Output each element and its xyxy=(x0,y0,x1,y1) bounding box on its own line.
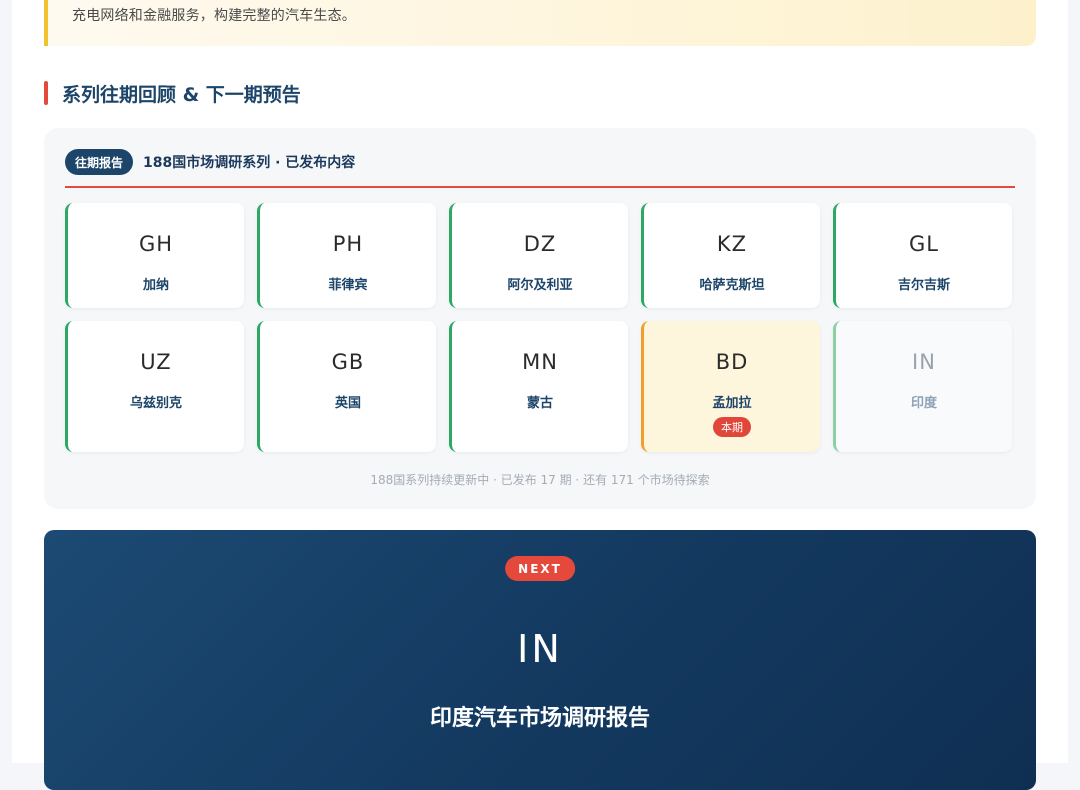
archive-title: 188国市场调研系列 · 已发布内容 xyxy=(143,155,356,171)
country-name: 加纳 xyxy=(142,278,169,293)
section-title: 系列往期回顾 & 下一期预告 xyxy=(62,83,301,106)
country-code: UZ xyxy=(140,350,172,374)
country-card-ph[interactable]: PH 菲律宾 xyxy=(257,203,436,308)
archive-panel: 往期报告 188国市场调研系列 · 已发布内容 GH 加纳 PH 菲律宾 DZ … xyxy=(44,128,1036,509)
country-card-dz[interactable]: DZ 阿尔及利亚 xyxy=(449,203,628,308)
next-badge: NEXT xyxy=(505,556,575,581)
intro-callout: 充电网络和金融服务，构建完整的汽车生态。 xyxy=(44,0,1036,46)
country-card-gh[interactable]: GH 加纳 xyxy=(65,203,244,308)
country-card-bd[interactable]: BD 孟加拉 本期 xyxy=(641,321,820,452)
next-report-title: 印度汽车市场调研报告 xyxy=(429,706,650,731)
country-name: 菲律宾 xyxy=(328,278,368,293)
country-code: DZ xyxy=(523,232,557,256)
country-code: GH xyxy=(138,232,174,256)
country-name: 阿尔及利亚 xyxy=(507,278,573,293)
country-card-gl[interactable]: GL 吉尔吉斯 xyxy=(833,203,1012,308)
country-code: BD xyxy=(715,350,749,374)
country-code: PH xyxy=(332,232,364,256)
archive-divider xyxy=(65,186,1015,188)
country-name: 哈萨克斯坦 xyxy=(699,278,765,293)
country-name: 蒙古 xyxy=(526,396,553,411)
heading-accent-bar xyxy=(44,81,48,105)
country-grid: GH 加纳 PH 菲律宾 DZ 阿尔及利亚 KZ 哈萨克斯坦 GL 吉尔吉斯 U… xyxy=(65,203,1015,452)
current-issue-badge: 本期 xyxy=(713,417,751,437)
archive-badge: 往期报告 xyxy=(65,149,134,175)
country-card-gb[interactable]: GB 英国 xyxy=(257,321,436,452)
country-card-in[interactable]: IN 印度 xyxy=(833,321,1012,452)
archive-header: 往期报告 188国市场调研系列 · 已发布内容 xyxy=(65,149,355,175)
country-code: GL xyxy=(909,232,939,256)
country-name: 乌兹别克 xyxy=(129,396,182,411)
next-issue-banner: NEXT IN 印度汽车市场调研报告 xyxy=(44,530,1036,790)
country-code: MN xyxy=(522,350,558,374)
country-card-uz[interactable]: UZ 乌兹别克 xyxy=(65,321,244,452)
country-card-kz[interactable]: KZ 哈萨克斯坦 xyxy=(641,203,820,308)
country-name: 吉尔吉斯 xyxy=(897,278,950,293)
country-code: GB xyxy=(331,350,365,374)
section-heading: 系列往期回顾 & 下一期预告 xyxy=(44,80,301,106)
country-name: 孟加拉 xyxy=(712,396,752,411)
country-code: IN xyxy=(912,350,936,374)
intro-text: 充电网络和金融服务，构建完整的汽车生态。 xyxy=(72,8,356,24)
country-name: 英国 xyxy=(334,396,361,411)
next-country-code: IN xyxy=(517,627,563,671)
country-card-mn[interactable]: MN 蒙古 xyxy=(449,321,628,452)
country-name: 印度 xyxy=(910,396,937,411)
archive-footer: 188国系列持续更新中 · 已发布 17 期 · 还有 171 个市场待探索 xyxy=(370,473,710,487)
report-page: 充电网络和金融服务，构建完整的汽车生态。 系列往期回顾 & 下一期预告 往期报告… xyxy=(12,0,1068,790)
country-code: KZ xyxy=(716,232,748,256)
